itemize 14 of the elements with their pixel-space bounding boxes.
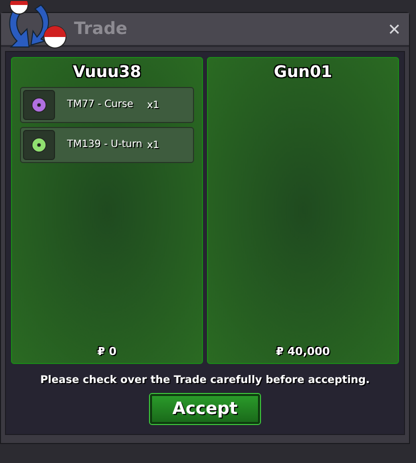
player-name: Gun01 (272, 62, 334, 81)
notice-text: Please check over the Trade carefully before accepting. (40, 374, 370, 386)
accept-button[interactable]: Accept (150, 394, 260, 424)
close-button[interactable]: ✕ (386, 20, 403, 38)
item-name: TM77 - Curse (67, 98, 134, 112)
player-name: Vuuu38 (72, 62, 142, 81)
money-amount: ₽ 0 (96, 345, 118, 358)
window-title: Trade (74, 19, 128, 39)
item-quantity: x1 (147, 100, 160, 110)
item-slot[interactable]: TM139 - U-turn x1 (20, 127, 194, 163)
item-name: TM139 - U-turn (67, 138, 143, 152)
money-amount: ₽ 40,000 (275, 345, 331, 358)
item-quantity: x1 (147, 140, 160, 150)
item-slot[interactable]: TM77 - Curse x1 (20, 87, 194, 123)
